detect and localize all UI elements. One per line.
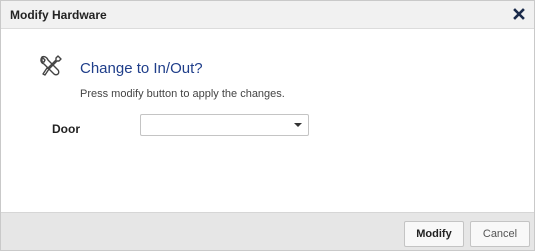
dialog-footer: Modify Cancel	[1, 212, 534, 250]
cancel-button[interactable]: Cancel	[470, 221, 530, 247]
tools-icon	[38, 53, 64, 79]
modify-hardware-dialog: Modify Hardware Change to In/Out? Press …	[0, 0, 535, 251]
dialog-instruction: Press modify button to apply the changes…	[80, 88, 285, 100]
door-label: Door	[52, 122, 80, 136]
close-icon[interactable]	[512, 7, 526, 21]
chevron-down-icon	[294, 123, 302, 127]
dialog-heading: Change to In/Out?	[80, 60, 203, 77]
dialog-titlebar: Modify Hardware	[1, 1, 534, 29]
door-select[interactable]	[140, 114, 309, 136]
modify-button[interactable]: Modify	[404, 221, 464, 247]
dialog-title: Modify Hardware	[10, 8, 107, 22]
